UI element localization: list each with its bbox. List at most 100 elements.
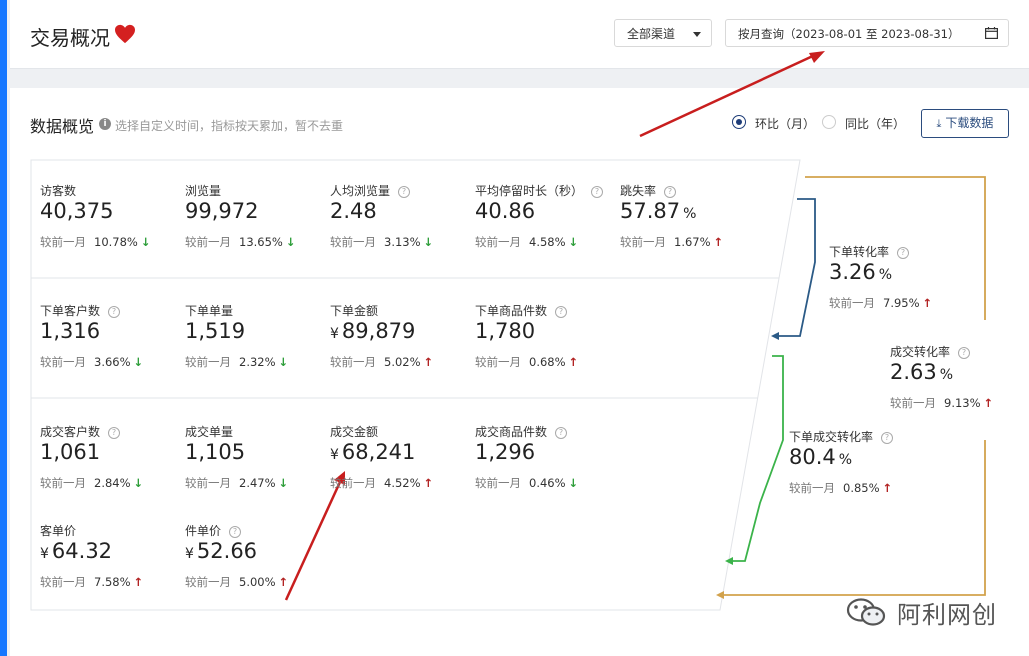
metric-label: 浏览量 — [185, 184, 222, 198]
arrow-down-icon: ↓ — [568, 235, 579, 249]
metric-label: 下单转化率 — [829, 245, 890, 259]
metric-change: 0.85% — [843, 481, 880, 495]
help-icon[interactable]: ? — [664, 186, 677, 198]
metric-label: 成交转化率 — [890, 345, 951, 359]
metric-label: 件单价 — [185, 524, 222, 538]
arrow-down-icon: ↓ — [278, 476, 289, 490]
help-icon[interactable]: ? — [958, 347, 971, 359]
help-icon[interactable]: ? — [591, 186, 604, 198]
metric-order-items: 下单商品件数? 1,780 较前一月 0.68% ↑ — [475, 302, 615, 402]
metric-avg-stay: 平均停留时长（秒）? 40.86 较前一月 4.58% ↓ — [475, 182, 615, 282]
compare-label: 较前一月 — [40, 355, 86, 369]
metric-unit: % — [878, 267, 893, 283]
metric-label: 访客数 — [40, 184, 77, 198]
metric-change: 13.65% — [239, 235, 283, 249]
metric-label: 成交单量 — [185, 425, 234, 439]
help-icon[interactable]: ? — [108, 427, 121, 439]
arrow-up-icon: ↑ — [133, 575, 144, 589]
metric-deal-customers: 成交客户数? 1,061 较前一月 2.84% ↓ — [40, 423, 180, 523]
help-icon[interactable]: ? — [881, 432, 894, 444]
currency-symbol: ¥ — [330, 326, 339, 342]
arrow-down-icon: ↓ — [133, 476, 144, 490]
compare-label: 较前一月 — [330, 355, 376, 369]
help-icon[interactable]: ? — [398, 186, 411, 198]
metric-label: 平均停留时长（秒） — [475, 184, 584, 198]
compare-label: 较前一月 — [475, 355, 521, 369]
arrow-up-icon: ↑ — [423, 476, 434, 490]
metric-unit: % — [939, 367, 954, 383]
metric-change: 7.95% — [883, 296, 920, 310]
arrow-down-icon: ↓ — [140, 235, 151, 249]
metric-value: 1,780 — [475, 319, 536, 343]
help-icon[interactable]: ? — [108, 306, 121, 318]
arrow-up-icon: ↑ — [882, 481, 893, 495]
arrow-down-icon: ↓ — [568, 476, 579, 490]
metric-change: 7.58% — [94, 575, 131, 589]
metric-deal-count: 成交单量 1,105 较前一月 2.47% ↓ — [185, 423, 325, 523]
arrow-down-icon: ↓ — [278, 355, 289, 369]
compare-label: 较前一月 — [475, 476, 521, 490]
compare-label: 较前一月 — [890, 396, 936, 410]
help-icon[interactable]: ? — [897, 247, 910, 259]
metric-value: 1,519 — [185, 319, 246, 343]
metric-avg-order-value: 客单价 ¥64.32 较前一月 7.58% ↑ — [40, 522, 180, 622]
metric-change: 4.52% — [384, 476, 421, 490]
metric-pageviews: 浏览量 99,972 较前一月 13.65% ↓ — [185, 182, 325, 282]
wechat-icon — [846, 598, 886, 626]
compare-label: 较前一月 — [330, 235, 376, 249]
currency-symbol: ¥ — [330, 447, 339, 463]
metric-order-conv: 下单转化率? 3.26% 较前一月 7.95% ↑ — [829, 243, 969, 343]
metric-order-customers: 下单客户数? 1,316 较前一月 3.66% ↓ — [40, 302, 180, 402]
metric-value: 1,061 — [40, 440, 101, 464]
metric-value: 2.48 — [330, 199, 377, 223]
metric-value: 1,296 — [475, 440, 536, 464]
metric-change: 0.68% — [529, 355, 566, 369]
metric-avg-item-price: 件单价? ¥52.66 较前一月 5.00% ↑ — [185, 522, 325, 622]
help-icon[interactable]: ? — [229, 526, 242, 538]
metric-change: 10.78% — [94, 235, 138, 249]
metric-change: 9.13% — [944, 396, 981, 410]
metric-value: 57.87 — [620, 199, 681, 223]
metric-value: 64.32 — [51, 539, 113, 563]
metric-value: 3.26 — [829, 260, 876, 284]
arrow-up-icon: ↑ — [423, 355, 434, 369]
arrow-up-icon: ↑ — [713, 235, 724, 249]
metric-change: 3.13% — [384, 235, 421, 249]
annotation-arrowhead — [809, 51, 825, 63]
funnel-arrowhead-blue — [771, 332, 779, 340]
metric-change: 2.47% — [239, 476, 276, 490]
metric-value: 99,972 — [185, 199, 259, 223]
compare-label: 较前一月 — [829, 296, 875, 310]
compare-label: 较前一月 — [620, 235, 666, 249]
metric-label: 下单客户数 — [40, 304, 101, 318]
metric-value: 89,879 — [341, 319, 416, 343]
metric-change: 5.02% — [384, 355, 421, 369]
metric-value: 2.63 — [890, 360, 937, 384]
metric-order-deal-conv: 下单成交转化率? 80.4% 较前一月 0.85% ↑ — [789, 428, 929, 528]
metric-pv-per-visitor: 人均浏览量? 2.48 较前一月 3.13% ↓ — [330, 182, 470, 282]
metric-value: 1,316 — [40, 319, 101, 343]
metric-change: 0.46% — [529, 476, 566, 490]
arrow-up-icon: ↑ — [278, 575, 289, 589]
metric-label: 下单商品件数 — [475, 304, 548, 318]
arrow-up-icon: ↑ — [568, 355, 579, 369]
metric-unit: % — [683, 206, 697, 222]
help-icon[interactable]: ? — [555, 306, 568, 318]
compare-label: 较前一月 — [330, 476, 376, 490]
metric-value: 1,105 — [185, 440, 246, 464]
metric-label: 成交客户数 — [40, 425, 101, 439]
metric-label: 下单金额 — [330, 304, 379, 318]
metric-value: 40,375 — [40, 199, 114, 223]
metric-change: 2.84% — [94, 476, 131, 490]
metric-change: 4.58% — [529, 235, 566, 249]
arrow-down-icon: ↓ — [133, 355, 144, 369]
help-icon[interactable]: ? — [555, 427, 568, 439]
metric-unit: % — [838, 452, 853, 468]
metric-order-amount: 下单金额 ¥89,879 较前一月 5.02% ↑ — [330, 302, 470, 402]
metric-label: 下单成交转化率 — [789, 430, 874, 444]
arrow-up-icon: ↑ — [922, 296, 933, 310]
metric-value: 80.4 — [789, 445, 836, 469]
metric-value: 52.66 — [196, 539, 258, 563]
metric-deal-amount: 成交金额 ¥68,241 较前一月 4.52% ↑ — [330, 423, 470, 523]
metric-bounce-rate: 跳失率? 57.87% 较前一月 1.67% ↑ — [620, 182, 760, 282]
